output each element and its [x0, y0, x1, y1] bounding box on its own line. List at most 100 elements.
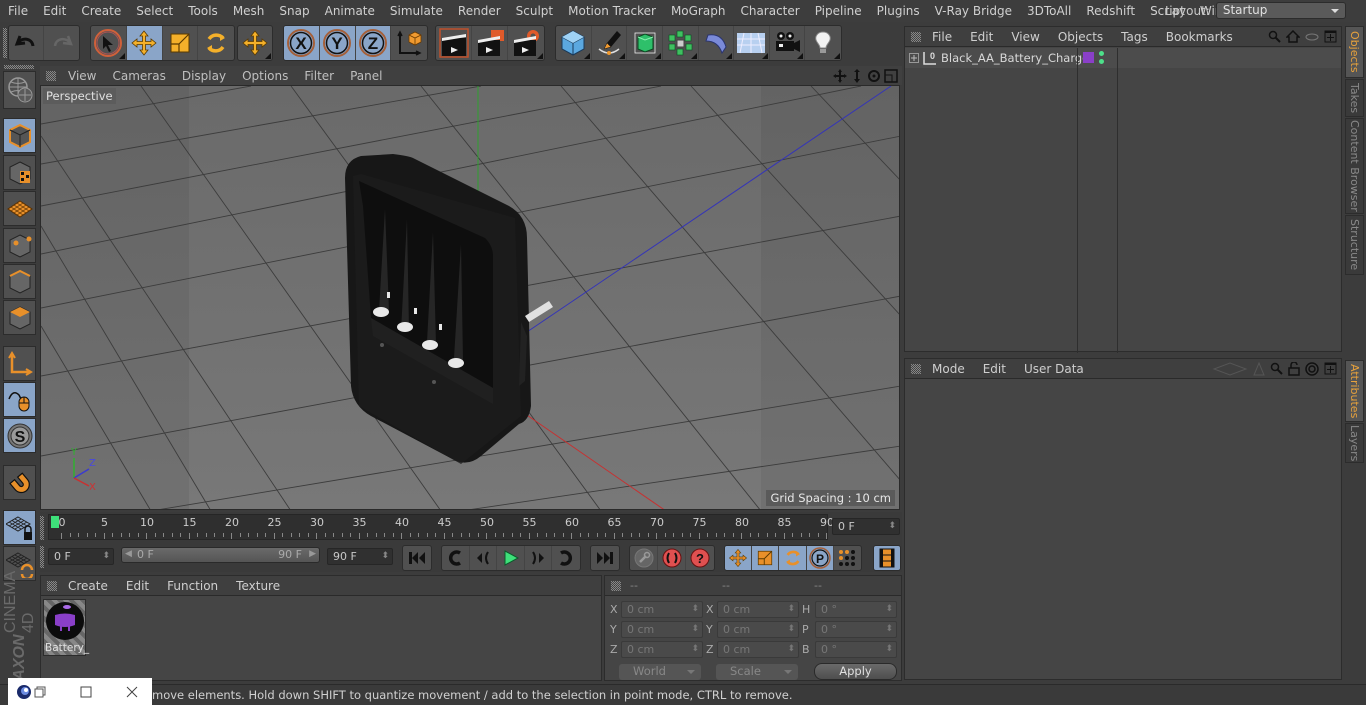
- attributes-menu-user-data[interactable]: User Data: [1015, 362, 1093, 376]
- timeline-window-button[interactable]: [874, 546, 900, 570]
- search-icon[interactable]: [1268, 30, 1281, 43]
- layout-dropdown[interactable]: Startup: [1215, 2, 1346, 19]
- objects-menu-tags[interactable]: Tags: [1112, 30, 1157, 44]
- attributes-grip[interactable]: [911, 363, 921, 374]
- key-scale-button[interactable]: [752, 546, 780, 570]
- z-axis-lock-button[interactable]: Z: [355, 26, 392, 60]
- viewport-pan-icon[interactable]: [833, 68, 847, 83]
- menu-character[interactable]: Character: [732, 4, 806, 18]
- cube-button[interactable]: [556, 26, 592, 60]
- menu-3dtoall[interactable]: 3DToAll: [1019, 4, 1078, 18]
- objects-grip[interactable]: [911, 31, 921, 42]
- pos-z-field[interactable]: 0 cm: [621, 641, 703, 658]
- target-icon[interactable]: [1305, 361, 1319, 376]
- viewport-rotate-icon[interactable]: [867, 69, 881, 83]
- redo-button[interactable]: [44, 26, 79, 60]
- menu-create[interactable]: Create: [73, 4, 128, 18]
- back-arrow-icon[interactable]: [1212, 361, 1248, 376]
- x-axis-lock-button[interactable]: X: [284, 26, 320, 60]
- menu-redshift[interactable]: Redshift: [1078, 4, 1142, 18]
- render-settings-button[interactable]: [508, 26, 544, 60]
- menu-edit[interactable]: Edit: [35, 4, 73, 18]
- polygons-mode-button[interactable]: [3, 300, 36, 335]
- key-position-button[interactable]: [725, 546, 753, 570]
- axis-mode-button[interactable]: [3, 346, 36, 381]
- model-mode-button[interactable]: [3, 118, 36, 153]
- search-icon[interactable]: [1270, 362, 1283, 375]
- lock-workplane-button[interactable]: [3, 510, 36, 545]
- end-frame-field[interactable]: 90 F: [327, 548, 393, 565]
- object-row[interactable]: 0 Black_AA_Battery_Charger: [905, 48, 1341, 353]
- menu-mograph[interactable]: MoGraph: [663, 4, 733, 18]
- materials-menu-function[interactable]: Function: [158, 579, 227, 593]
- viewport-grip[interactable]: [46, 70, 56, 81]
- tab-content-browser[interactable]: Content Browser: [1345, 118, 1364, 214]
- texture-mode-button[interactable]: [3, 155, 36, 190]
- live-selection-button[interactable]: [91, 26, 127, 60]
- snap-button[interactable]: [3, 465, 36, 500]
- key-rotation-button[interactable]: [779, 546, 807, 570]
- prev-frame-button[interactable]: [470, 546, 498, 570]
- tab-structure[interactable]: Structure: [1345, 215, 1364, 275]
- objects-menu-view[interactable]: View: [1002, 30, 1048, 44]
- floor-button[interactable]: [734, 26, 770, 60]
- size-x-field[interactable]: 0 cm: [717, 601, 799, 618]
- viewport-menu-filter[interactable]: Filter: [296, 69, 342, 83]
- rotate-button[interactable]: [198, 26, 234, 60]
- edges-mode-button[interactable]: [3, 264, 36, 299]
- render-to-picture-viewer-button[interactable]: [472, 26, 508, 60]
- subdivision-button[interactable]: [627, 26, 663, 60]
- viewport-menu-cameras[interactable]: Cameras: [104, 69, 173, 83]
- material-tag-icon[interactable]: [1083, 52, 1094, 63]
- object-name[interactable]: Black_AA_Battery_Charger: [941, 51, 1094, 65]
- home-icon[interactable]: [1286, 30, 1300, 43]
- materials-menu-texture[interactable]: Texture: [227, 579, 289, 593]
- timeline-ruler[interactable]: 0 5 10 15 20 25 30 35 40 45 50 55 60 65 70 75 80 85 90 0 F: [40, 512, 902, 542]
- material-thumbnail[interactable]: Battery_: [43, 599, 89, 656]
- points-mode-button[interactable]: [3, 228, 36, 263]
- coordinate-system-button[interactable]: [391, 26, 427, 60]
- goto-end-button[interactable]: [591, 546, 619, 570]
- y-axis-lock-button[interactable]: Y: [319, 26, 356, 60]
- lock-icon[interactable]: [1288, 361, 1300, 376]
- rot-h-field[interactable]: 0 °: [815, 601, 897, 618]
- menu-motion-tracker[interactable]: Motion Tracker: [560, 4, 663, 18]
- maximize-icon[interactable]: [80, 686, 92, 698]
- menu-tools[interactable]: Tools: [180, 4, 225, 18]
- transport-grip[interactable]: [40, 546, 44, 568]
- objects-menu-edit[interactable]: Edit: [961, 30, 1002, 44]
- tab-takes[interactable]: Takes: [1345, 79, 1364, 117]
- materials-menu-edit[interactable]: Edit: [117, 579, 158, 593]
- menu-sculpt[interactable]: Sculpt: [508, 4, 560, 18]
- attributes-menu-mode[interactable]: Mode: [923, 362, 974, 376]
- new-panel-icon[interactable]: [1324, 30, 1337, 43]
- apply-button[interactable]: Apply: [814, 663, 897, 680]
- tab-objects[interactable]: Objects: [1345, 26, 1364, 78]
- solo-button[interactable]: S: [3, 418, 36, 453]
- timeline-grip[interactable]: [40, 516, 44, 540]
- expand-icon[interactable]: [909, 53, 919, 63]
- objects-menu-objects[interactable]: Objects: [1049, 30, 1112, 44]
- coordinate-space-dropdown[interactable]: World: [619, 664, 701, 680]
- viewport-maximize-icon[interactable]: [884, 68, 898, 83]
- size-y-field[interactable]: 0 cm: [717, 621, 799, 638]
- 3d-viewport[interactable]: Y Z X Perspective Grid Spacing : 10 cm: [40, 85, 900, 510]
- menu-select[interactable]: Select: [128, 4, 180, 18]
- filter-icon[interactable]: [1305, 33, 1319, 41]
- objects-menu-file[interactable]: File: [923, 30, 961, 44]
- range-right-arrow-icon[interactable]: ▶: [309, 549, 316, 559]
- camera-button[interactable]: [770, 26, 806, 60]
- pen-spline-button[interactable]: [592, 26, 628, 60]
- play-button[interactable]: [497, 546, 525, 570]
- left-palette-grip[interactable]: [4, 65, 34, 69]
- menu-vray-bridge[interactable]: V-Ray Bridge: [927, 4, 1019, 18]
- key-parameter-button[interactable]: P: [806, 546, 834, 570]
- tab-attributes[interactable]: Attributes: [1345, 360, 1364, 422]
- size-mode-dropdown[interactable]: Scale: [716, 664, 798, 680]
- cinema4d-app-icon[interactable]: [16, 684, 32, 700]
- key-pla-button[interactable]: [834, 546, 861, 570]
- undo-button[interactable]: [9, 26, 45, 60]
- viewport-menu-view[interactable]: View: [60, 69, 104, 83]
- next-frame-button[interactable]: [525, 546, 553, 570]
- move-button[interactable]: [126, 26, 163, 60]
